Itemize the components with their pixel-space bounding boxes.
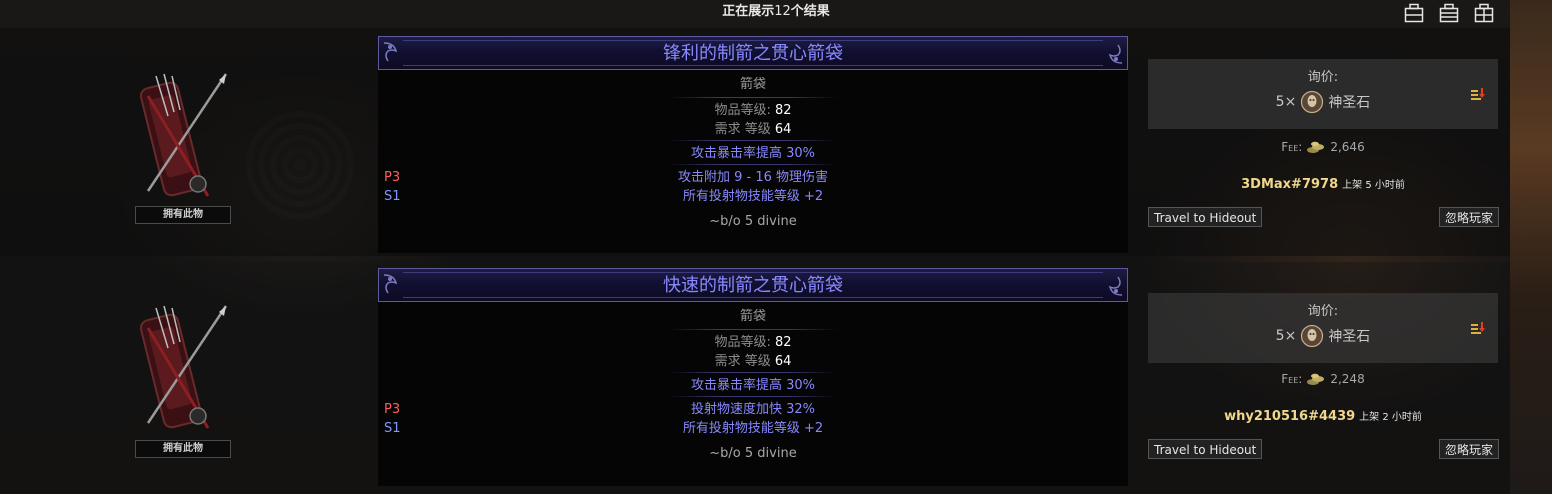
explicit-mod[interactable]: P3 投射物速度加快 32% <box>378 400 1128 419</box>
seller-line: why210516#4439 上架 2 小时前 <box>1148 407 1498 425</box>
listed-time: 上架 2 小时前 <box>1359 412 1422 423</box>
item-name: 锋利的制箭之贯心箭袋 <box>663 43 843 64</box>
mod-text: 所有投射物技能等级 +2 <box>682 189 824 204</box>
ignore-player-button[interactable]: 忽略玩家 <box>1439 207 1500 227</box>
seller-name[interactable]: why210516#4439 <box>1224 409 1355 424</box>
ask-label: 询价: <box>1307 70 1339 85</box>
price-note: ~b/o 5 divine <box>709 214 797 229</box>
item-level-line: 物品等级: 82 <box>378 101 1128 120</box>
item-base-type: 箭袋 <box>739 309 766 324</box>
ignore-player-button[interactable]: 忽略玩家 <box>1439 439 1500 459</box>
separator <box>668 396 838 397</box>
fee-label: Fee: <box>1281 372 1303 386</box>
item-level-value: 82 <box>774 103 792 118</box>
req-level-label: 需求 等级 <box>714 354 771 369</box>
gold-coins-icon <box>1306 140 1326 154</box>
req-level-value: 64 <box>774 122 792 137</box>
item-title-bar: 快速的制箭之贯心箭袋 <box>378 268 1128 302</box>
item-base-type: 箭袋 <box>739 77 766 92</box>
price-box: 询价: 5× 神圣石 <box>1148 293 1498 363</box>
explicit-mod[interactable]: P3 攻击附加 9 - 16 物理伤害 <box>378 168 1128 187</box>
price-line: 5× 神圣石 <box>1148 89 1498 115</box>
results-count: 12 <box>774 4 791 19</box>
implicit-mod[interactable]: 攻击暴击率提高 30% <box>378 376 1128 395</box>
owned-badge: 拥有此物 <box>135 206 231 224</box>
mod-text: 攻击附加 9 - 16 物理伤害 <box>677 170 829 185</box>
price-amount: 5× <box>1275 328 1297 344</box>
background-edge <box>1510 0 1552 494</box>
separator <box>668 372 838 373</box>
gold-coins-icon <box>1306 372 1326 386</box>
implicit-mod[interactable]: 攻击暴击率提高 30% <box>378 144 1128 163</box>
req-level-line: 需求 等级 64 <box>378 120 1128 139</box>
travel-to-hideout-button[interactable]: Travel to Hideout <box>1148 207 1263 227</box>
quiver-icon[interactable] <box>128 66 238 211</box>
layout-grid-icon[interactable] <box>1474 3 1494 23</box>
divine-orb-icon <box>1300 324 1324 348</box>
separator <box>668 329 838 330</box>
prefix-tag: P3 <box>384 170 401 185</box>
results-prefix: 正在展示 <box>722 4 775 19</box>
suffix-tag: S1 <box>384 189 401 204</box>
seller-line: 3DMax#7978 上架 5 小时前 <box>1148 175 1498 193</box>
fee-amount: 2,248 <box>1330 372 1365 386</box>
seller-name[interactable]: 3DMax#7978 <box>1241 177 1338 192</box>
currency-name: 神圣石 <box>1328 329 1371 345</box>
separator <box>668 140 838 141</box>
fee-label: Fee: <box>1281 140 1303 154</box>
item-level-line: 物品等级: 82 <box>378 333 1128 352</box>
req-level-label: 需求 等级 <box>714 122 771 137</box>
item-properties: 箭袋 物品等级: 82 需求 等级 64 攻击暴击率提高 30% P3 攻击附加… <box>378 74 1128 234</box>
results-header: 正在展示12个结果 <box>0 0 1552 26</box>
fee-line: Fee: 2,646 <box>1148 138 1498 156</box>
mod-text: 所有投射物技能等级 +2 <box>682 421 824 436</box>
item-level-value: 82 <box>774 335 792 350</box>
item-level-label: 物品等级: <box>714 335 771 350</box>
ask-label: 询价: <box>1307 304 1339 319</box>
item-name: 快速的制箭之贯心箭袋 <box>663 275 843 296</box>
listed-time: 上架 5 小时前 <box>1342 180 1405 191</box>
price-amount: 5× <box>1275 94 1297 110</box>
layout-list-icon[interactable] <box>1439 3 1459 23</box>
currency-name: 神圣石 <box>1328 95 1371 111</box>
separator <box>668 97 838 98</box>
item-card[interactable]: 锋利的制箭之贯心箭袋 箭袋 物品等级: 82 需求 等级 64 攻击暴击率提高 … <box>378 36 1128 253</box>
item-title-bar: 锋利的制箭之贯心箭袋 <box>378 36 1128 70</box>
prefix-tag: P3 <box>384 402 401 417</box>
divine-orb-icon <box>1300 90 1324 114</box>
item-card[interactable]: 快速的制箭之贯心箭袋 箭袋 物品等级: 82 需求 等级 64 攻击暴击率提高 … <box>378 268 1128 486</box>
travel-to-hideout-button[interactable]: Travel to Hideout <box>1148 439 1263 459</box>
price-line: 5× 神圣石 <box>1148 323 1498 349</box>
results-suffix: 个结果 <box>790 4 830 19</box>
item-properties: 箭袋 物品等级: 82 需求 等级 64 攻击暴击率提高 30% P3 投射物速… <box>378 306 1128 466</box>
req-level-value: 64 <box>774 354 792 369</box>
suffix-tag: S1 <box>384 421 401 436</box>
quiver-icon[interactable] <box>128 298 238 443</box>
item-level-label: 物品等级: <box>714 103 771 118</box>
explicit-mod[interactable]: S1 所有投射物技能等级 +2 <box>378 187 1128 206</box>
fee-amount: 2,646 <box>1330 140 1365 154</box>
fee-line: Fee: 2,248 <box>1148 370 1498 388</box>
layout-toggle-group <box>1404 3 1494 23</box>
price-sort-icon[interactable] <box>1470 321 1486 337</box>
price-box: 询价: 5× 神圣石 <box>1148 59 1498 129</box>
mod-text: 投射物速度加快 32% <box>690 402 816 417</box>
layout-single-icon[interactable] <box>1404 3 1424 23</box>
owned-badge: 拥有此物 <box>135 440 231 458</box>
req-level-line: 需求 等级 64 <box>378 352 1128 371</box>
price-sort-icon[interactable] <box>1470 87 1486 103</box>
explicit-mod[interactable]: S1 所有投射物技能等级 +2 <box>378 419 1128 438</box>
price-note: ~b/o 5 divine <box>709 446 797 461</box>
separator <box>668 164 838 165</box>
